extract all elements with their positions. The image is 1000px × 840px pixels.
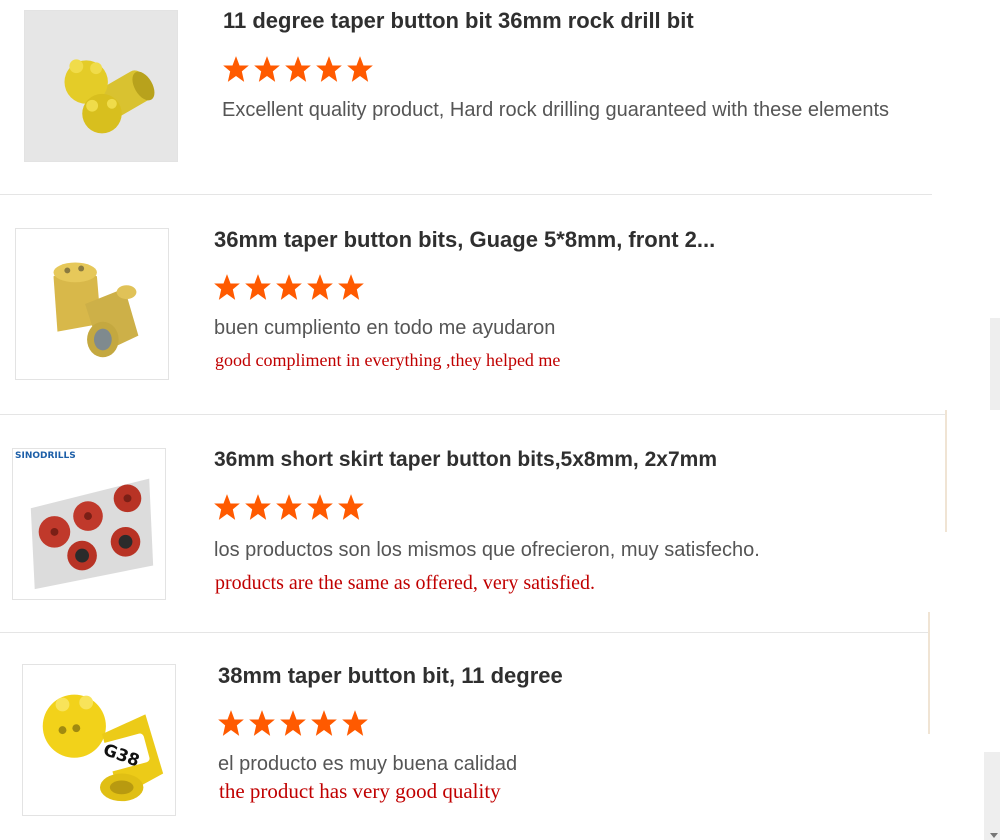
star-icon xyxy=(249,710,275,736)
star-icon xyxy=(276,274,302,300)
star-icon xyxy=(347,56,373,82)
star-icon xyxy=(338,494,364,520)
star-icon xyxy=(307,494,333,520)
star-icon xyxy=(214,274,240,300)
drill-bit-image xyxy=(16,229,168,379)
product-thumbnail[interactable] xyxy=(15,228,169,380)
product-title[interactable]: 11 degree taper button bit 36mm rock dri… xyxy=(223,8,694,34)
review-comment: los productos son los mismos que ofrecie… xyxy=(214,539,760,561)
star-icon xyxy=(285,56,311,82)
rating-stars xyxy=(217,709,369,737)
drill-bit-image xyxy=(25,11,177,161)
star-icon xyxy=(245,494,271,520)
star-icon xyxy=(276,494,302,520)
product-thumbnail[interactable]: G38 xyxy=(22,664,176,816)
product-title[interactable]: 36mm short skirt taper button bits,5x8mm… xyxy=(214,448,717,472)
star-icon xyxy=(218,710,244,736)
star-icon xyxy=(338,274,364,300)
product-thumbnail[interactable] xyxy=(24,10,178,162)
star-icon xyxy=(311,710,337,736)
divider xyxy=(0,194,932,195)
review-comment: el producto es muy buena calidad xyxy=(218,753,518,775)
review-comment: Excellent quality product, Hard rock dri… xyxy=(222,99,890,121)
review-translation: the product has very good quality xyxy=(219,779,501,803)
rating-stars xyxy=(222,55,374,83)
product-title[interactable]: 36mm taper button bits, Guage 5*8mm, fro… xyxy=(214,227,715,253)
drill-bit-image xyxy=(13,449,165,599)
star-icon xyxy=(223,56,249,82)
star-icon xyxy=(342,710,368,736)
scroll-down-icon[interactable] xyxy=(990,833,998,838)
column-edge xyxy=(945,410,947,532)
column-edge xyxy=(928,612,930,734)
drill-bit-image: G38 xyxy=(23,665,175,815)
side-panel-edge xyxy=(990,318,1000,410)
star-icon xyxy=(307,274,333,300)
star-icon xyxy=(214,494,240,520)
star-icon xyxy=(316,56,342,82)
divider xyxy=(0,632,930,633)
rating-stars xyxy=(213,273,365,301)
star-icon xyxy=(245,274,271,300)
rating-stars xyxy=(213,493,365,521)
divider xyxy=(0,414,946,415)
product-title[interactable]: 38mm taper button bit, 11 degree xyxy=(218,663,563,689)
review-translation: products are the same as offered, very s… xyxy=(215,572,596,594)
scrollbar[interactable] xyxy=(984,752,1000,840)
product-thumbnail[interactable]: SINODRILLS xyxy=(12,448,166,600)
star-icon xyxy=(254,56,280,82)
brand-logo: SINODRILLS xyxy=(15,451,76,461)
review-comment: buen cumpliento en todo me ayudaron xyxy=(214,317,556,339)
review-translation: good compliment in everything ,they help… xyxy=(215,350,561,370)
star-icon xyxy=(280,710,306,736)
